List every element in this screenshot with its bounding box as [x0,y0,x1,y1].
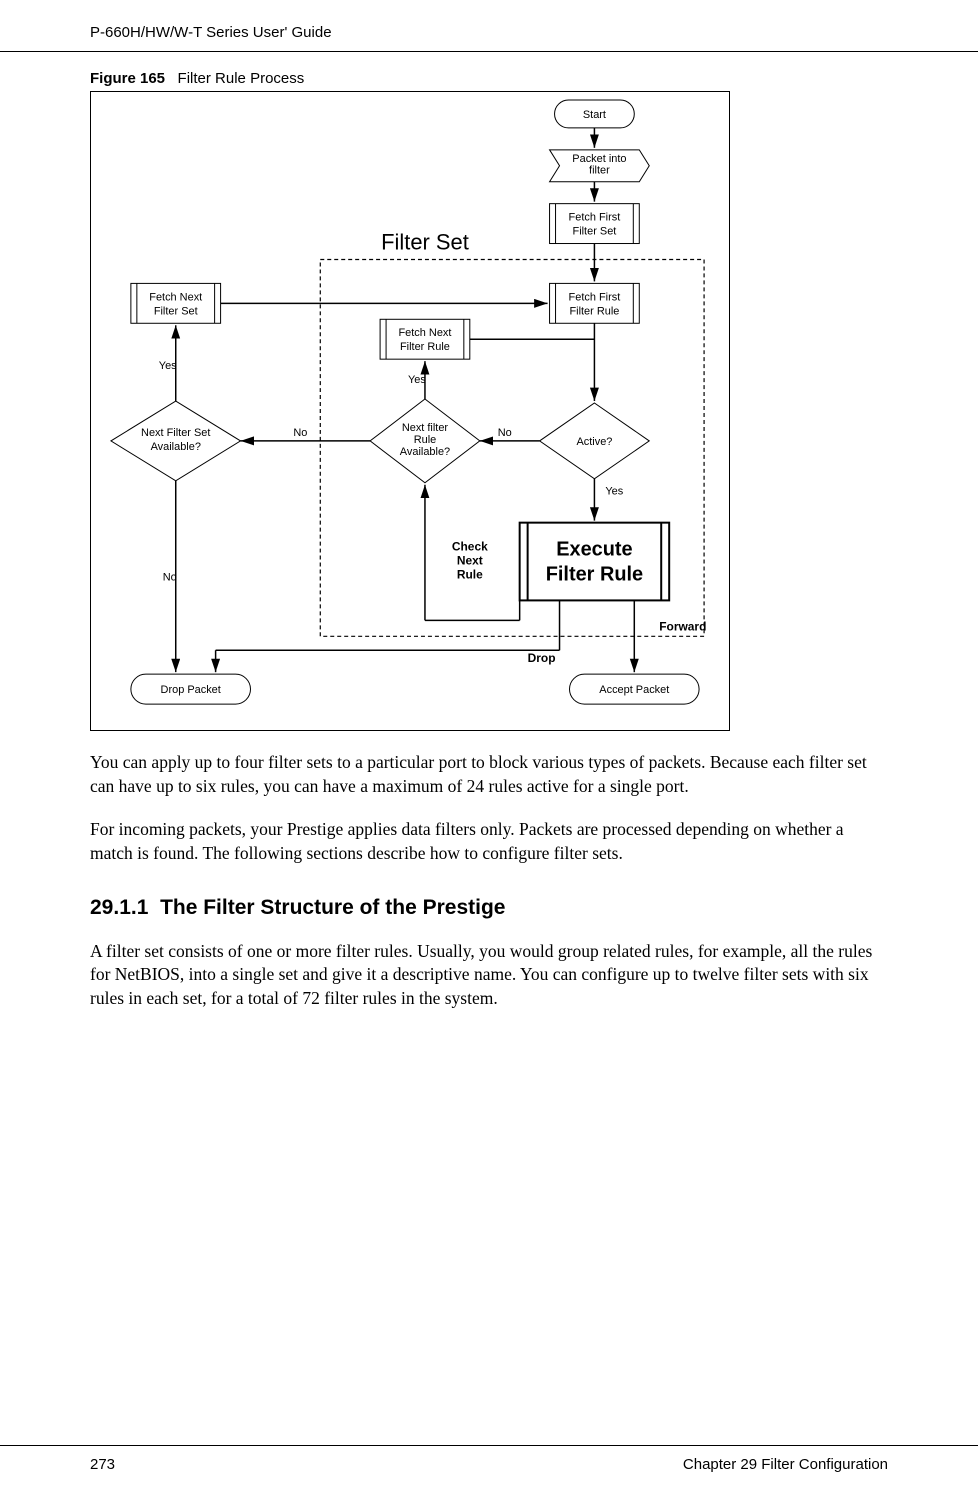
section-number: 29.1.1 [90,896,148,919]
svg-text:Available?: Available? [400,446,450,458]
footer-page-number: 273 [90,1456,115,1473]
start-label: Start [583,109,606,121]
footer-chapter: Chapter 29 Filter Configuration [683,1456,888,1473]
svg-text:Active?: Active? [576,436,612,448]
header-guide-title: P-660H/HW/W-T Series User' Guide [90,24,332,41]
svg-text:Drop Packet: Drop Packet [161,684,221,696]
svg-text:Fetch First: Fetch First [569,291,621,303]
svg-text:Filter Rule: Filter Rule [569,305,619,317]
page-footer: 273 Chapter 29 Filter Configuration [0,1445,978,1473]
svg-text:Execute: Execute [556,539,632,561]
svg-text:Filter Rule: Filter Rule [546,563,643,585]
svg-text:Drop: Drop [528,651,556,665]
svg-text:Yes: Yes [408,374,426,386]
svg-text:Filter Set: Filter Set [154,305,198,317]
svg-text:Check: Check [452,540,488,554]
svg-text:No: No [163,571,177,583]
svg-text:Yes: Yes [159,360,177,372]
section-heading: 29.1.1 The Filter Structure of the Prest… [90,896,888,920]
paragraph-2: For incoming packets, your Prestige appl… [90,818,888,865]
svg-text:Forward: Forward [659,619,706,633]
svg-text:Packet into: Packet into [572,153,626,165]
svg-text:Rule: Rule [414,434,437,446]
svg-text:Filter Set: Filter Set [573,226,617,238]
flowchart-diagram: Start Packet into filter Fetch First Fil… [90,91,730,731]
svg-text:Next Filter Set: Next Filter Set [141,427,210,439]
section-body: A filter set consists of one or more fil… [90,940,888,1011]
svg-text:Fetch Next: Fetch Next [398,327,451,339]
svg-text:No: No [498,427,512,439]
page-header: P-660H/HW/W-T Series User' Guide [0,0,978,52]
svg-text:Next: Next [457,554,483,568]
svg-text:filter: filter [589,165,610,177]
figure-title: Filter Rule Process [178,70,305,87]
svg-text:Next filter: Next filter [402,422,449,434]
svg-text:Filter Rule: Filter Rule [400,341,450,353]
figure-number: Figure 165 [90,70,165,87]
svg-text:No: No [293,427,307,439]
page-content: Figure 165 Filter Rule Process Start Pac… [0,70,978,1010]
figure-caption: Figure 165 Filter Rule Process [90,70,888,87]
svg-text:Available?: Available? [151,441,201,453]
svg-text:Yes: Yes [605,486,623,498]
svg-text:Fetch Next: Fetch Next [149,291,202,303]
svg-text:Rule: Rule [457,567,483,581]
svg-text:Filter Set: Filter Set [381,230,469,255]
svg-text:Accept Packet: Accept Packet [599,684,669,696]
section-title: The Filter Structure of the Prestige [160,896,505,919]
paragraph-1: You can apply up to four filter sets to … [90,751,888,798]
svg-text:Fetch First: Fetch First [569,212,621,224]
flowchart-svg: Start Packet into filter Fetch First Fil… [91,92,729,730]
